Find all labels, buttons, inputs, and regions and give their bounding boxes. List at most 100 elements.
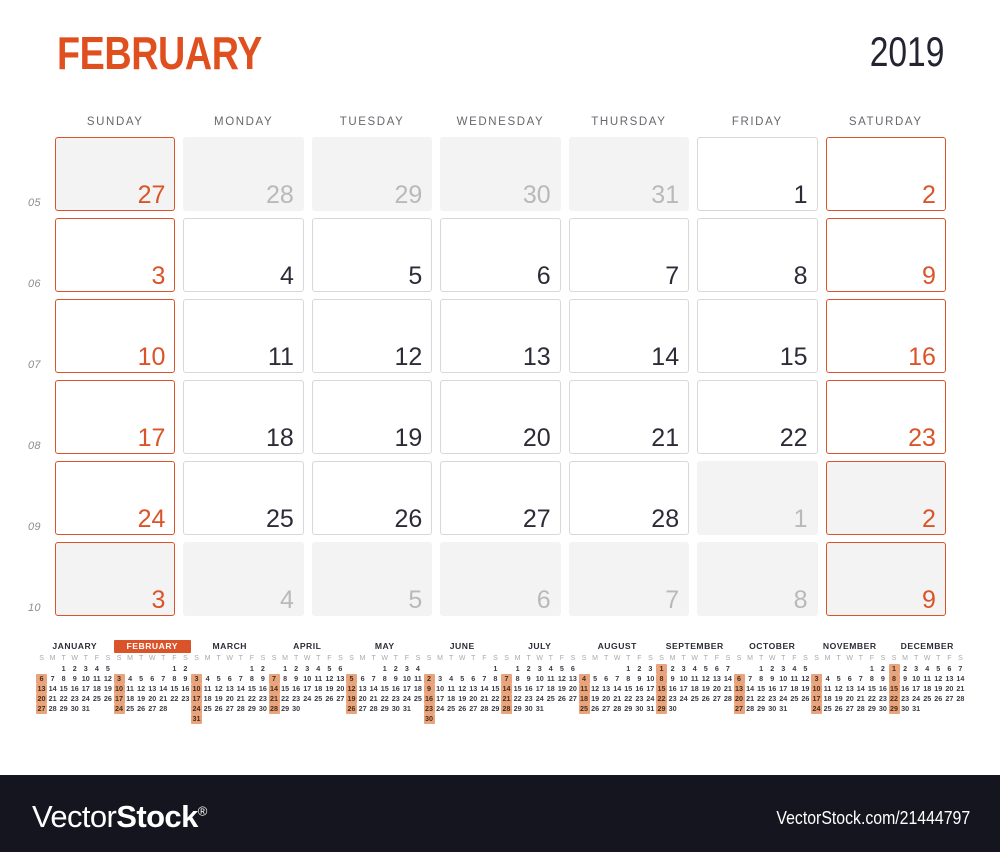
day-number: 10 [137,343,166,371]
day-cell[interactable]: 4 [183,218,304,292]
mini-week-row: ....123 [579,664,657,674]
mini-day: 28 [480,704,489,713]
mini-day: . [357,664,368,674]
day-cell[interactable]: 12 [311,299,433,373]
day-cell[interactable]: 15 [697,299,818,373]
mini-week-row: 21 22 23 24 25 26 27 [501,694,579,704]
day-cell[interactable]: 20 [440,380,561,454]
mini-weekday-label: F [482,655,487,662]
day-cell[interactable]: 2 [825,461,946,535]
day-cell[interactable]: 30 [440,137,561,211]
day-cell[interactable]: 6 [440,542,561,616]
mini-weekday-label: T [294,655,299,662]
mini-day: 6 [36,674,48,684]
day-cell[interactable]: 10 [55,299,176,373]
mini-day: 20 [733,694,745,704]
mini-day: . [944,704,955,714]
mini-day: 15 [757,684,766,693]
day-cell[interactable]: 14 [568,299,690,373]
mini-calendar-title: OCTOBER [749,641,796,651]
day-cell[interactable]: 19 [311,380,433,454]
mini-calendar-october[interactable]: OCTOBERSMTWTFS..123456789101112131415161… [733,640,812,724]
day-cell[interactable]: 23 [825,380,946,454]
day-number: 9 [922,586,936,614]
mini-day: 26 [801,694,810,703]
mini-day: . [257,714,268,724]
mini-calendar-february[interactable]: FEBRUARYSMTWTFS.....12345678910111213141… [113,640,191,724]
day-cell[interactable]: 13 [440,299,561,373]
mini-day: 7 [268,674,280,684]
day-cell[interactable]: 9 [825,542,946,616]
mini-day: 2 [183,664,188,673]
day-cell[interactable]: 24 [55,461,176,535]
day-cell[interactable]: 16 [825,299,946,373]
day-cell[interactable]: 8 [697,542,818,616]
day-cell[interactable]: 25 [183,461,304,535]
day-cell[interactable]: 7 [568,218,690,292]
mini-day: 9 [423,684,435,694]
mini-day: 8 [283,674,288,683]
mini-weekday-label: F [94,655,99,662]
mini-day: . [202,714,213,724]
mini-calendar-may[interactable]: MAYSMTWTFS...123456789101112131415161718… [346,640,424,724]
mini-calendar-title: DECEMBER [900,641,954,651]
day-cell[interactable]: 1 [697,137,818,211]
mini-day: 9 [183,674,188,683]
mini-week-row: 1234567 [888,664,967,674]
mini-day: . [800,704,811,714]
mini-week-row: 23 24 25 26 27 28 29 [423,704,502,714]
day-cell[interactable]: 5 [311,218,433,292]
mini-day: 12 [934,674,943,683]
day-cell[interactable]: 27 [55,137,176,211]
mini-calendar-july[interactable]: JULYSMTWTFS.1234567891011121314151617181… [501,640,579,724]
mini-weekday-label: T [626,655,631,662]
day-cell[interactable]: 9 [825,218,946,292]
page-header: FEBRUARY 2019 [0,0,1000,105]
day-cell[interactable]: 4 [183,542,304,616]
mini-day: 2 [72,664,77,673]
mini-day: 20 [336,684,345,693]
mini-calendar-january[interactable]: JANUARYSMTWTFS..123456789101112131415161… [36,640,114,724]
day-cell[interactable]: 29 [311,137,433,211]
mini-weekday-label: F [947,655,952,662]
mini-day: 6 [733,674,745,684]
mini-calendar-december[interactable]: DECEMBER S M T W T F S 1 2 3 4 5 6 7 8 9 10 11 12 13 14 15 16 17… [888,640,967,724]
day-cell[interactable]: 3 [55,542,176,616]
mini-calendar-september[interactable]: SEPTEMBER S M T W T F S 1 2 3 4 5 6 7 8 9 10 11 12 13 14 15 16 1… [656,640,734,724]
day-cell[interactable]: 11 [183,299,304,373]
mini-weekday-label: S [803,655,808,662]
mini-calendar-november[interactable]: NOVEMBERSMTWTFS.....12345678910111213141… [811,640,889,724]
day-cell[interactable]: 28 [183,137,304,211]
day-cell[interactable]: 3 [55,218,176,292]
day-cell[interactable]: 1 [697,461,818,535]
day-cell[interactable]: 21 [568,380,690,454]
mini-day: 28 [746,704,755,713]
mini-day: 31 [779,704,788,713]
day-cell[interactable]: 17 [55,380,176,454]
day-cell[interactable]: 18 [183,380,304,454]
mini-weekday-label: T [548,655,553,662]
mini-calendar-august[interactable]: AUGUSTSMTWTFS....12345678910111213141516… [578,640,657,724]
day-cell[interactable]: 26 [311,461,433,535]
day-cell[interactable]: 27 [440,461,561,535]
day-cell[interactable]: 31 [568,137,690,211]
mini-day: 6 [227,674,232,683]
mini-day: 25 [447,704,456,713]
mini-day: 5 [105,664,110,673]
mini-calendar-april[interactable]: APRILSMTWTFS.123456789101112131415161718… [268,640,347,724]
mini-calendar-june[interactable]: JUNESMTWTFS......12345678910111213141516… [423,640,502,724]
day-cell[interactable]: 8 [697,218,818,292]
day-cell[interactable]: 2 [825,137,946,211]
day-cell[interactable]: 5 [311,542,433,616]
calendar-week-row: 07 10 11 12 13 14 15 16 [28,299,946,373]
mini-day: 30 [70,704,79,713]
mini-day: 14 [369,684,378,693]
mini-day: 15 [491,684,500,693]
day-cell[interactable]: 22 [697,380,818,454]
day-cell[interactable]: 6 [440,218,561,292]
mini-weekday-label: T [836,655,841,662]
mini-weekday-label: M [824,655,831,662]
mini-calendar-march[interactable]: MARCHSMTWTFS.....12345678910111213141516… [191,640,269,724]
day-cell[interactable]: 7 [568,542,690,616]
day-cell[interactable]: 28 [568,461,690,535]
